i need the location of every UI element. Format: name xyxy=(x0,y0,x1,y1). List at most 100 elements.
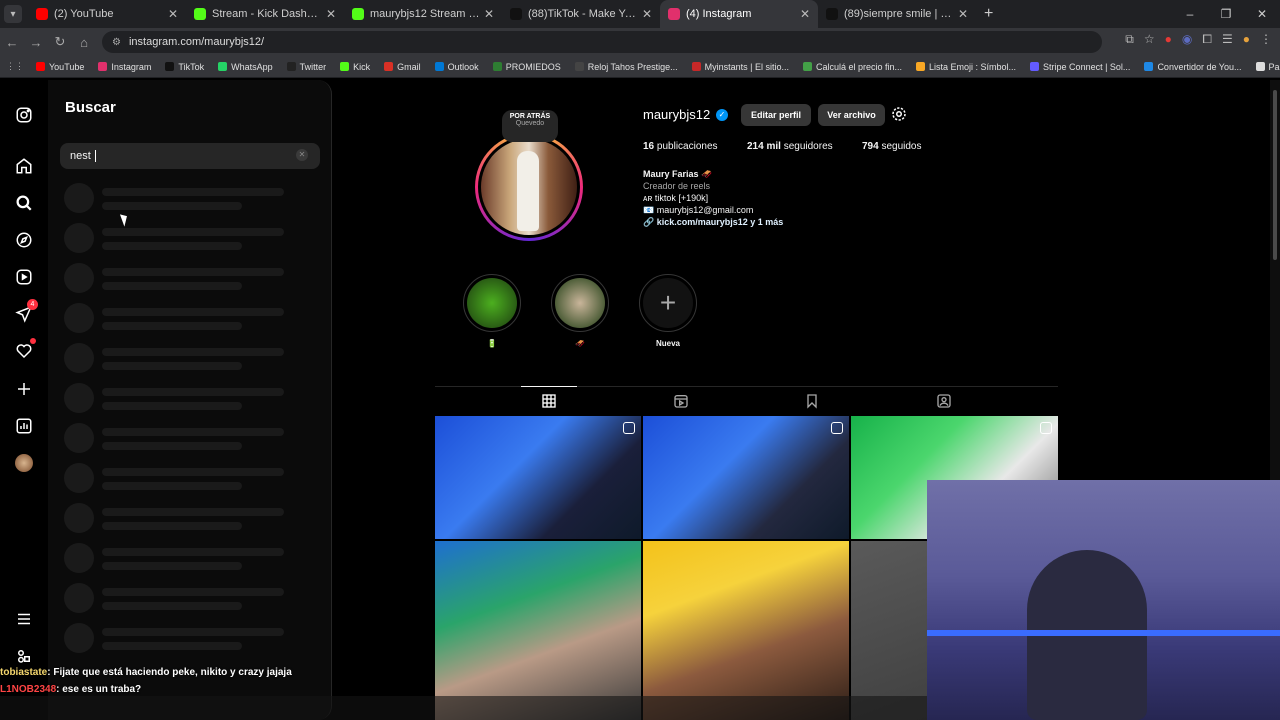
apps-grid-icon[interactable]: ⋮⋮ xyxy=(6,61,24,72)
post-thumbnail[interactable] xyxy=(643,416,849,539)
close-tab-icon[interactable]: ✕ xyxy=(642,7,652,21)
bookmark-item[interactable]: Outlook xyxy=(434,61,479,72)
profile-avatar-icon[interactable] xyxy=(12,451,36,475)
browser-tab[interactable]: (88)TikTok - Make Your Day ✕ xyxy=(502,0,660,28)
bookmark-item[interactable]: Twitter xyxy=(286,62,326,72)
bookmark-item[interactable]: Myinstants | El sitio... xyxy=(691,61,789,72)
bookmark-item[interactable]: Lista Emoji : Símbol... xyxy=(916,62,1016,72)
bookmark-item[interactable]: Kick xyxy=(340,62,370,72)
bookmark-favicon-icon xyxy=(384,62,394,71)
bookmark-item[interactable]: Panzoid xyxy=(1255,62,1280,72)
explore-compass-icon[interactable] xyxy=(12,228,36,252)
bookmark-item[interactable]: Instagram xyxy=(98,62,151,72)
extension-icon[interactable]: ● xyxy=(1165,32,1172,47)
reels-icon[interactable] xyxy=(12,265,36,289)
dashboard-chart-icon[interactable] xyxy=(12,414,36,438)
site-info-icon[interactable]: ⚙ xyxy=(112,37,121,48)
messages-icon[interactable]: 4 xyxy=(12,299,38,326)
bookmark-item[interactable]: PROMIEDOS xyxy=(492,62,561,72)
post-thumbnail[interactable] xyxy=(435,416,641,539)
minimize-button[interactable]: – xyxy=(1172,0,1208,28)
maximize-button[interactable]: ❐ xyxy=(1208,0,1244,28)
tagged-tab-icon[interactable] xyxy=(936,393,952,409)
saved-tab-icon[interactable] xyxy=(804,393,820,409)
bookmark-item[interactable]: YouTube xyxy=(36,62,84,72)
profile-avatar-icon[interactable]: ● xyxy=(1243,32,1250,47)
bookmark-star-icon[interactable]: ☆ xyxy=(1144,32,1155,47)
profile-note[interactable]: POR ATRÁS Quevedo xyxy=(502,110,558,142)
new-highlight-button[interactable]: + xyxy=(639,274,697,332)
settings-gear-icon[interactable] xyxy=(890,105,908,123)
close-window-button[interactable]: ✕ xyxy=(1244,0,1280,28)
post-thumbnail[interactable] xyxy=(435,541,641,720)
instagram-logo-icon[interactable] xyxy=(12,103,36,127)
messages-badge: 4 xyxy=(27,299,38,310)
post-thumbnail[interactable] xyxy=(643,541,849,720)
notifications-dot xyxy=(30,338,36,344)
plus-icon: + xyxy=(643,278,693,328)
story-highlight[interactable] xyxy=(463,274,521,332)
followers-label: seguidores xyxy=(783,141,833,152)
address-bar[interactable]: ⚙ instagram.com/maurybjs12/ xyxy=(102,31,1102,53)
reload-button[interactable]: ↻ xyxy=(48,34,72,50)
profile-username: maurybjs12 xyxy=(643,107,711,122)
search-panel: Buscar nest ✕ xyxy=(48,80,332,720)
browser-tab[interactable]: (4) Instagram ✕ xyxy=(660,0,818,28)
bookmark-favicon-icon xyxy=(492,62,502,71)
close-tab-icon[interactable]: ✕ xyxy=(800,7,810,21)
search-icon[interactable] xyxy=(12,191,36,215)
edit-profile-button[interactable]: Editar perfil xyxy=(741,104,811,126)
window-controls: – ❐ ✕ xyxy=(1172,0,1280,28)
bookmark-item[interactable]: Calculá el precio fin... xyxy=(802,62,902,72)
browser-tab[interactable]: (89)siempre smile | siempre smile ✕ xyxy=(818,0,976,28)
profile-link-text: kick.com/maurybjs12 y 1 más xyxy=(656,217,784,227)
close-tab-icon[interactable]: ✕ xyxy=(168,7,178,21)
bookmark-item[interactable]: Convertidor de You... xyxy=(1144,62,1242,72)
note-subtitle: Quevedo xyxy=(515,120,545,127)
new-tab-button[interactable]: + xyxy=(984,5,993,23)
bookmark-item[interactable]: WhatsApp xyxy=(218,62,273,72)
close-tab-icon[interactable]: ✕ xyxy=(326,7,336,21)
reels-tab-icon[interactable] xyxy=(673,393,689,409)
create-plus-icon[interactable] xyxy=(12,377,36,401)
tab-search-button[interactable]: ▾ xyxy=(4,5,22,23)
notifications-heart-icon[interactable] xyxy=(12,338,36,363)
close-tab-icon[interactable]: ✕ xyxy=(958,7,968,21)
following-stat[interactable]: 794 seguidos xyxy=(862,141,922,152)
bookmark-label: Myinstants | El sitio... xyxy=(704,61,789,72)
search-input[interactable]: nest ✕ xyxy=(60,143,320,169)
browser-menu-icon[interactable]: ⋮ xyxy=(1260,32,1272,47)
profile-link[interactable]: 🔗 kick.com/maurybjs12 y 1 más xyxy=(643,217,783,228)
bookmark-label: Outlook xyxy=(447,61,479,72)
clear-search-icon[interactable]: ✕ xyxy=(296,149,308,161)
view-archive-button[interactable]: Ver archivo xyxy=(818,104,885,126)
following-count: 794 xyxy=(862,141,879,152)
bookmark-label: Kick xyxy=(353,61,371,72)
browser-tab[interactable]: Stream - Kick Dashboard ✕ xyxy=(186,0,344,28)
profile-avatar[interactable] xyxy=(475,133,583,241)
bookmark-favicon-icon xyxy=(1144,62,1154,71)
bookmark-label: Gmail xyxy=(397,61,421,72)
posts-grid-tab-icon[interactable] xyxy=(521,386,577,409)
forward-button[interactable]: → xyxy=(24,35,48,50)
bookmark-item[interactable]: Reloj Tahos Prestige... xyxy=(574,62,678,72)
story-highlight[interactable] xyxy=(551,274,609,332)
more-menu-icon[interactable] xyxy=(12,607,36,631)
bookmark-favicon-icon xyxy=(574,62,584,71)
bookmark-item[interactable]: Stripe Connect | Sol... xyxy=(1030,62,1130,72)
close-tab-icon[interactable]: ✕ xyxy=(484,7,494,21)
extensions-puzzle-icon[interactable]: ⧠ xyxy=(1202,32,1212,47)
tab-favicon-icon xyxy=(194,8,206,20)
followers-stat[interactable]: 214 mil seguidores xyxy=(747,141,833,152)
reading-list-icon[interactable]: ☰ xyxy=(1222,32,1233,47)
browser-tab[interactable]: (2) YouTube ✕ xyxy=(28,0,186,28)
bookmark-item[interactable]: TikTok xyxy=(165,62,204,72)
browser-tab[interactable]: maurybjs12 Stream - Watch Live ✕ xyxy=(344,0,502,28)
home-button[interactable]: ⌂ xyxy=(72,35,96,50)
install-icon[interactable]: ⧉ xyxy=(1125,32,1134,47)
bookmark-item[interactable]: Gmail xyxy=(384,62,421,72)
home-icon[interactable] xyxy=(12,154,36,178)
back-button[interactable]: ← xyxy=(0,35,24,50)
extension-icon[interactable]: ◉ xyxy=(1182,32,1192,47)
posts-stat: 16 publicaciones xyxy=(643,141,718,152)
